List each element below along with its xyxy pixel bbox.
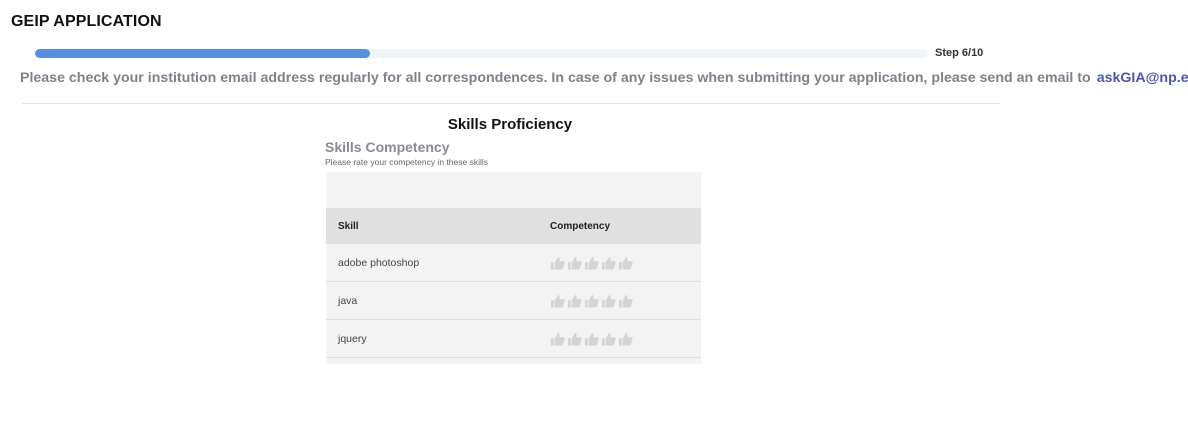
subsection-title: Skills Competency — [325, 139, 450, 155]
thumbs-up-icon[interactable] — [618, 256, 633, 270]
column-header-skill: Skill — [338, 220, 359, 232]
table-row: java — [326, 282, 701, 320]
skill-name: adobe photoshop — [338, 256, 420, 269]
column-header-competency: Competency — [550, 220, 611, 232]
progress-fill — [35, 49, 370, 58]
table-row: jquery — [326, 320, 701, 358]
progress-bar — [35, 49, 928, 58]
notice-text: Please check your institution email addr… — [20, 70, 1091, 86]
thumbs-up-icon[interactable] — [550, 294, 565, 308]
thumbs-up-icon[interactable] — [618, 332, 633, 346]
competency-rating[interactable] — [550, 256, 701, 270]
subsection-description: Please rate your competency in these ski… — [325, 157, 488, 167]
table-toolbar — [326, 172, 701, 208]
skill-name: java — [338, 294, 358, 307]
section-title: Skills Proficiency — [447, 116, 573, 133]
table-header: Skill Competency — [326, 208, 701, 244]
thumbs-up-icon[interactable] — [584, 256, 599, 270]
thumbs-up-icon[interactable] — [601, 332, 616, 346]
thumbs-up-icon[interactable] — [584, 294, 599, 308]
divider — [22, 103, 1000, 104]
table-row: adobe photoshop — [326, 244, 701, 282]
thumbs-up-icon[interactable] — [567, 294, 582, 308]
app-title: GEIP APPLICATION — [11, 13, 162, 30]
competency-rating[interactable] — [550, 294, 701, 308]
thumbs-up-icon[interactable] — [567, 256, 582, 270]
thumbs-up-icon[interactable] — [618, 294, 633, 308]
thumbs-up-icon[interactable] — [584, 332, 599, 346]
skill-name: jquery — [338, 332, 367, 345]
skills-table: Skill Competency adobe photoshop java jque… — [326, 172, 701, 364]
thumbs-up-icon[interactable] — [601, 256, 616, 270]
notice-message: Please check your institution email addr… — [20, 70, 1188, 86]
competency-rating[interactable] — [550, 332, 701, 346]
support-email-link[interactable]: askGIA@np.edu.sg — [1097, 70, 1188, 86]
thumbs-up-icon[interactable] — [601, 294, 616, 308]
step-indicator: Step 6/10 — [935, 47, 984, 59]
thumbs-up-icon[interactable] — [567, 332, 582, 346]
thumbs-up-icon[interactable] — [550, 256, 565, 270]
thumbs-up-icon[interactable] — [550, 332, 565, 346]
